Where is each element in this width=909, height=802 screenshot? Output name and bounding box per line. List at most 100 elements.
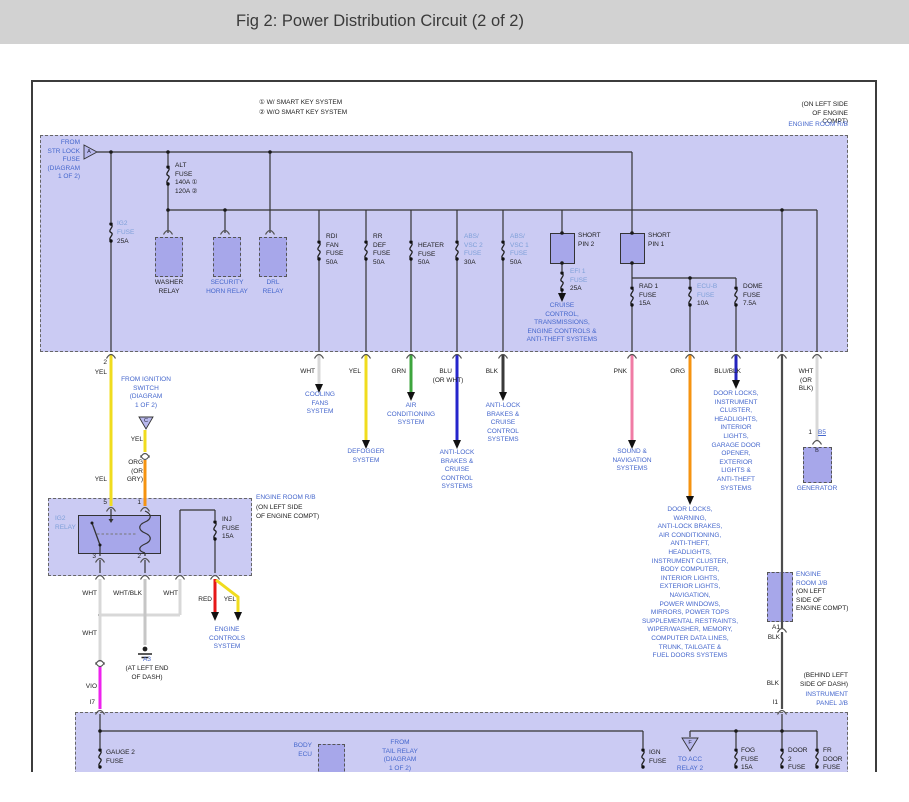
connector-a-letter: A (87, 149, 91, 155)
security-horn-relay-label: SECURITY HORN RELAY (206, 279, 248, 296)
wire-vio-label: VIO (86, 683, 97, 692)
engine-controls-destination: ENGINE CONTROLS SYSTEM (209, 626, 245, 652)
wire-wht-label-2: WHT (82, 590, 97, 599)
instrument-panel-location: (BEHIND LEFT SIDE OF DASH) (800, 672, 848, 689)
wire-blu-label: BLU (439, 368, 452, 377)
generator-name: GENERATOR (797, 485, 838, 494)
wire-pnk-label: PNK (614, 368, 627, 377)
pin1-label: 1 (137, 499, 141, 508)
abs-destination-2: ANTI-LOCK BRAKES & CRUISE CONTROL SYSTEM… (440, 449, 475, 492)
rdi-fan-fuse-label: RDI FAN FUSE (326, 233, 343, 259)
wire-2-label: 2 (103, 359, 107, 368)
rr-def-fuse-amp: 50A (373, 259, 385, 268)
wire-yel-label-ign: YEL (131, 436, 143, 445)
ign-fuse-label: IGN FUSE (649, 749, 666, 766)
ig2-fuse-label: IG2 FUSE (117, 220, 134, 237)
rad1-fuse-label: RAD 1 FUSE (639, 283, 658, 300)
ig2-fuse-amp: 25A (117, 238, 129, 247)
short-pin-2-label: SHORT PIN 2 (578, 232, 601, 249)
generator-terminal-b: B (815, 448, 819, 454)
generator-pin-label: 1 (808, 429, 812, 438)
wire-wht-label-1: WHT (300, 368, 315, 377)
abs-vsc2-fuse-label: ABS/ VSC 2 FUSE (464, 233, 483, 259)
efi1-fuse-label: EFI 1 FUSE (570, 268, 587, 285)
wire-orggry-label: ORG (OR GRY) (127, 459, 143, 485)
heater-fuse-label: HEATER FUSE (418, 242, 444, 259)
abs-vsc1-fuse-label: ABS/ VSC 1 FUSE (510, 233, 529, 259)
connector-a1-label: A1 (772, 624, 780, 633)
door-locks-long-destination: DOOR LOCKS, WARNING, ANTI-LOCK BRAKES, A… (642, 506, 738, 661)
wire-yel-label-1: YEL (95, 369, 107, 378)
from-ignition-label: FROM IGNITION SWITCH (DIAGRAM 1 OF 2) (121, 376, 171, 410)
note-smart-key-2: ② W/O SMART KEY SYSTEM (259, 109, 347, 118)
engine-room-jb-location: (ON LEFT SIDE OF ENGINE COMPT) (796, 588, 848, 614)
wire-yel-label-2: YEL (95, 476, 107, 485)
abs-destination-1: ANTI-LOCK BRAKES & CRUISE CONTROL SYSTEM… (486, 402, 521, 445)
pin5-label: 5 (103, 499, 107, 508)
ecub-fuse-label: ECU-B FUSE (697, 283, 717, 300)
fr-door-fuse-label: FR DOOR FUSE (823, 747, 843, 772)
ecub-fuse-amp: 10A (697, 300, 709, 309)
door-locks-short-destination: DOOR LOCKS, INSTRUMENT CLUSTER, HEADLIGH… (711, 390, 760, 493)
to-acc-relay-label: TO ACC RELAY 2 (677, 756, 703, 772)
rr-def-fuse-label: RR DEF FUSE (373, 233, 390, 259)
wire-grn-label: GRN (392, 368, 406, 377)
body-ecu-label: BODY ECU (294, 742, 312, 759)
page: { "header": {"title": "Fig 2: Power Dist… (0, 0, 909, 802)
abs-vsc2-fuse-amp: 30A (464, 259, 476, 268)
relay-pin5-arrow (109, 519, 114, 523)
instrument-panel-name: INSTRUMENT PANEL J/B (805, 691, 848, 708)
ac-destination: AIR CONDITIONING SYSTEM (387, 402, 435, 428)
top-box-name: ENGINE ROOM R/B (788, 121, 848, 130)
note-smart-key-1: ① W/ SMART KEY SYSTEM (259, 99, 342, 108)
inj-fuse-amp: 15A (222, 533, 234, 542)
engine-room-jb-name: ENGINE ROOM J/B (796, 571, 827, 588)
wire-red-label: RED (198, 596, 212, 605)
wire-yel-label-3: YEL (349, 368, 361, 377)
cooling-destination: COOLING FANS SYSTEM (305, 391, 335, 417)
short-pin-1-label: SHORT PIN 1 (648, 232, 671, 249)
pin2-label: 2 (137, 553, 141, 562)
alt-fuse-label: ALT FUSE 140A ① 120A ② (175, 162, 197, 196)
rdi-fan-fuse-amp: 50A (326, 259, 338, 268)
connector-i1-label: I1 (773, 699, 778, 708)
wire-wht-label-4: WHT (82, 630, 97, 639)
washer-relay-label: WASHER RELAY (155, 279, 183, 296)
inj-fuse-label: INJ FUSE (222, 516, 239, 533)
wire-wht-label-3: WHT (163, 590, 178, 599)
wire-blublk-label: BLU/BLK (714, 368, 741, 377)
efi1-fuse-amp: 25A (570, 285, 582, 294)
wire-blk-label-1: BLK (486, 368, 498, 377)
fog-fuse-label: FOG FUSE 15A (741, 747, 758, 772)
wire-orwht-label: (OR WHT) (433, 377, 464, 386)
wire-blk-label-3: BLK (767, 680, 779, 689)
sound-nav-destination: SOUND & NAVIGATION SYSTEMS (612, 448, 651, 474)
wire-org-label: ORG (670, 368, 685, 377)
gauge2-fuse-label: GAUGE 2 FUSE (106, 749, 135, 766)
dome-fuse-label: DOME FUSE (743, 283, 763, 300)
abs-vsc1-fuse-amp: 50A (510, 259, 522, 268)
wire-whtblk-label: WHT/BLK (113, 590, 142, 599)
wire-yel-label-4: YEL (224, 596, 236, 605)
ground-a3-label: A3 (143, 656, 151, 665)
relay-coil (140, 511, 151, 553)
wire-whtorblk-label: WHT (OR BLK) (799, 368, 814, 394)
relay-box-location: (ON LEFT SIDE OF ENGINE COMPT) (256, 504, 319, 521)
connector-c-letter: C (144, 418, 148, 424)
heater-fuse-amp: 50A (418, 259, 430, 268)
relay-box-name: ENGINE ROOM R/B (256, 494, 316, 503)
wire-blk-label-2: BLK (768, 634, 780, 643)
generator-connector-label: B5 (818, 429, 826, 438)
cruise-destination: CRUISE CONTROL, TRANSMISSIONS, ENGINE CO… (527, 302, 598, 345)
connector-i7-label: I7 (90, 699, 95, 708)
door2-fuse-label: DOOR 2 FUSE (788, 747, 808, 772)
connector-f-letter: F (688, 740, 691, 746)
pin3-label: 3 (92, 553, 96, 562)
drl-relay-label: DRL RELAY (263, 279, 284, 296)
from-tail-relay-label: FROM TAIL RELAY (DIAGRAM 1 OF 2) (382, 739, 418, 772)
ig2-relay-label: IG2 RELAY (55, 515, 76, 532)
ground-location: (AT LEFT END OF DASH) (126, 665, 169, 682)
rad1-fuse-amp: 15A (639, 300, 651, 309)
from-str-lock-label: FROM STR LOCK FUSE (DIAGRAM 1 OF 2) (47, 139, 80, 182)
diagram-stage: ① W/ SMART KEY SYSTEM ② W/O SMART KEY SY… (0, 0, 909, 772)
